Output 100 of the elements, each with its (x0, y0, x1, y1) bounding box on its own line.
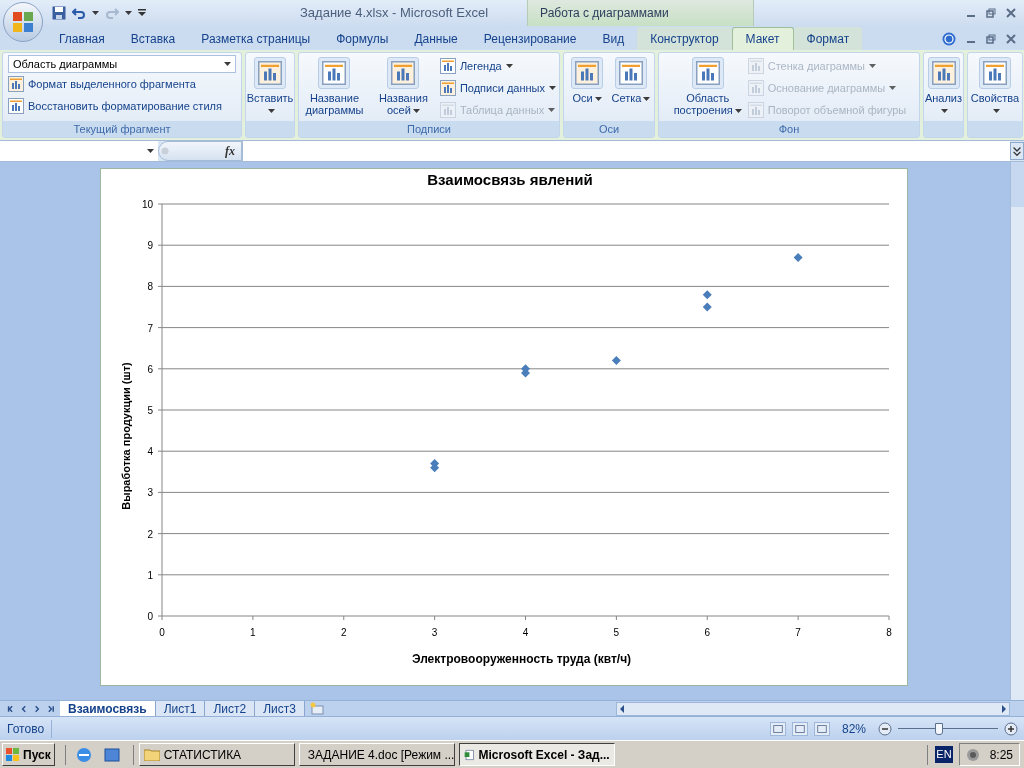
chart-icon (983, 61, 1007, 85)
ribbon-button[interactable]: Область построения (671, 55, 744, 116)
ribbon-button[interactable]: Анализ (924, 55, 963, 116)
save-icon[interactable] (52, 6, 66, 20)
chart-icon (619, 61, 643, 85)
language-indicator[interactable]: EN (935, 746, 953, 763)
tick-label: 3 (431, 627, 438, 638)
ribbon-tab[interactable]: Формат (793, 27, 863, 50)
ribbon-button[interactable]: Названия осей (370, 55, 436, 116)
browser-icon[interactable] (74, 745, 93, 764)
tick-label: 5 (147, 405, 153, 416)
function-field[interactable]: fx (158, 141, 242, 161)
chart-icon (439, 80, 456, 96)
speaker-icon[interactable] (965, 746, 982, 763)
chart-area[interactable]: Взаимосвязь явлений 0 1 2 3 4 5 6 7 8 9 10 0 1 2 3 4 5 6 7 8 Электровооруженность труда (квт/ч) Выработка продукции (шт) (100, 168, 908, 686)
ribbon-tab[interactable]: Формулы (323, 27, 402, 50)
chart-icon (439, 102, 456, 118)
tick-label: 5 (613, 627, 620, 638)
taskbar-button[interactable]: ЗАДАНИЕ 4.doc [Режим ... (298, 743, 455, 766)
axis-title: Выработка продукции (шт) (120, 362, 132, 510)
taskbar-button[interactable]: Microsoft Excel - Зад... (458, 743, 615, 766)
view-icon[interactable] (791, 721, 808, 736)
view-icon[interactable] (769, 721, 786, 736)
caret-icon (267, 109, 275, 114)
taskbar-button[interactable]: СТАТИСТИКА (138, 743, 295, 766)
caret-icon (594, 97, 602, 102)
group-label: Оси (598, 121, 620, 137)
sheet-tab[interactable]: Взаимосвязь (60, 700, 156, 717)
close-icon[interactable] (1006, 33, 1016, 44)
ribbon-button[interactable]: Свойства (970, 55, 1020, 116)
insert-function-button[interactable]: fx (225, 142, 239, 160)
chart-icon (747, 58, 764, 74)
undo-icon[interactable] (72, 6, 86, 20)
windows-logo-icon (6, 748, 20, 761)
help-icon[interactable] (942, 31, 956, 46)
caret-icon (992, 109, 1000, 114)
ribbon-tab[interactable]: Макет (731, 27, 794, 50)
ribbon-tab[interactable]: Главная (46, 27, 118, 50)
tick-label: 0 (147, 611, 153, 622)
close-icon[interactable] (1006, 8, 1016, 18)
sheet-nav-icon[interactable] (5, 704, 13, 713)
tick-label: 7 (147, 322, 153, 334)
caret-icon (505, 64, 513, 68)
clock: 8:25 (989, 746, 1013, 764)
tick-label: 1 (147, 569, 153, 581)
caret-icon (125, 11, 132, 15)
sheet-tab[interactable]: Лист1 (155, 700, 206, 717)
sheet-tab[interactable]: Лист2 (205, 700, 256, 717)
group-label: Текущий фрагмент (73, 121, 171, 137)
customize-toolbar-icon[interactable] (138, 9, 146, 17)
zoom-level[interactable]: 82% (835, 719, 872, 738)
tick-label: 8 (886, 627, 892, 638)
office-logo-icon (12, 11, 34, 33)
view-icon[interactable] (813, 721, 830, 736)
data-point (430, 463, 440, 473)
ribbon-button[interactable]: Формат выделенного фрагмента (8, 73, 236, 95)
caret-icon (147, 149, 154, 153)
ribbon-tab[interactable]: Конструктор (637, 27, 732, 50)
sheet-tab[interactable]: Лист3 (255, 700, 305, 717)
restore-icon[interactable] (986, 33, 996, 44)
restore-icon[interactable] (986, 8, 996, 18)
tick-label: 6 (704, 627, 711, 638)
zoom-in-icon[interactable] (1004, 721, 1018, 736)
tick-label: 2 (340, 627, 347, 638)
vertical-scrollbar[interactable] (1010, 162, 1024, 700)
zoom-out-icon[interactable] (878, 721, 892, 736)
tick-label: 0 (159, 627, 165, 638)
chart-icon (8, 98, 24, 114)
ribbon-tab[interactable]: Вставка (117, 27, 189, 50)
slider-thumb[interactable] (935, 722, 943, 735)
app-icon[interactable] (102, 745, 121, 764)
scroll-right-icon[interactable] (999, 703, 1009, 714)
chart-icon (8, 76, 24, 92)
ribbon-button[interactable]: Вставить (246, 55, 294, 116)
tick-label: 4 (522, 627, 529, 638)
group-label: Подписи (407, 121, 451, 137)
data-point (611, 356, 621, 366)
ribbon-tab[interactable]: Разметка страницы (188, 27, 324, 50)
horizontal-scrollbar[interactable] (616, 701, 1010, 716)
sheet-nav-icon[interactable] (47, 704, 55, 713)
tick-label: 7 (795, 627, 801, 638)
window-title: Задание 4.xlsx - Microsoft Excel (300, 4, 489, 23)
caret-icon (412, 109, 420, 114)
zoom-slider[interactable] (898, 721, 998, 736)
chart-element-select[interactable]: Область диаграммы (8, 55, 236, 73)
caret-icon (941, 109, 948, 114)
chart-title: Взаимосвязь явлений (427, 171, 593, 188)
start-button[interactable]: Пуск (2, 743, 55, 766)
context-header: Работа с диаграммами (527, 0, 755, 26)
ribbon-tab[interactable]: Вид (589, 27, 638, 50)
office-button[interactable] (3, 2, 43, 42)
tick-label: 9 (147, 240, 153, 252)
ribbon-button[interactable]: Легенда (439, 55, 556, 77)
ribbon-tab[interactable]: Данные (401, 27, 471, 50)
ribbon-tab[interactable]: Рецензирование (470, 27, 590, 50)
formula-input[interactable] (242, 141, 1010, 161)
data-point (702, 302, 712, 312)
ribbon-button[interactable]: Подписи данных (439, 77, 556, 99)
expand-icon[interactable] (1010, 142, 1024, 160)
ribbon-button[interactable]: Восстановить форматирование стиля (8, 95, 236, 117)
